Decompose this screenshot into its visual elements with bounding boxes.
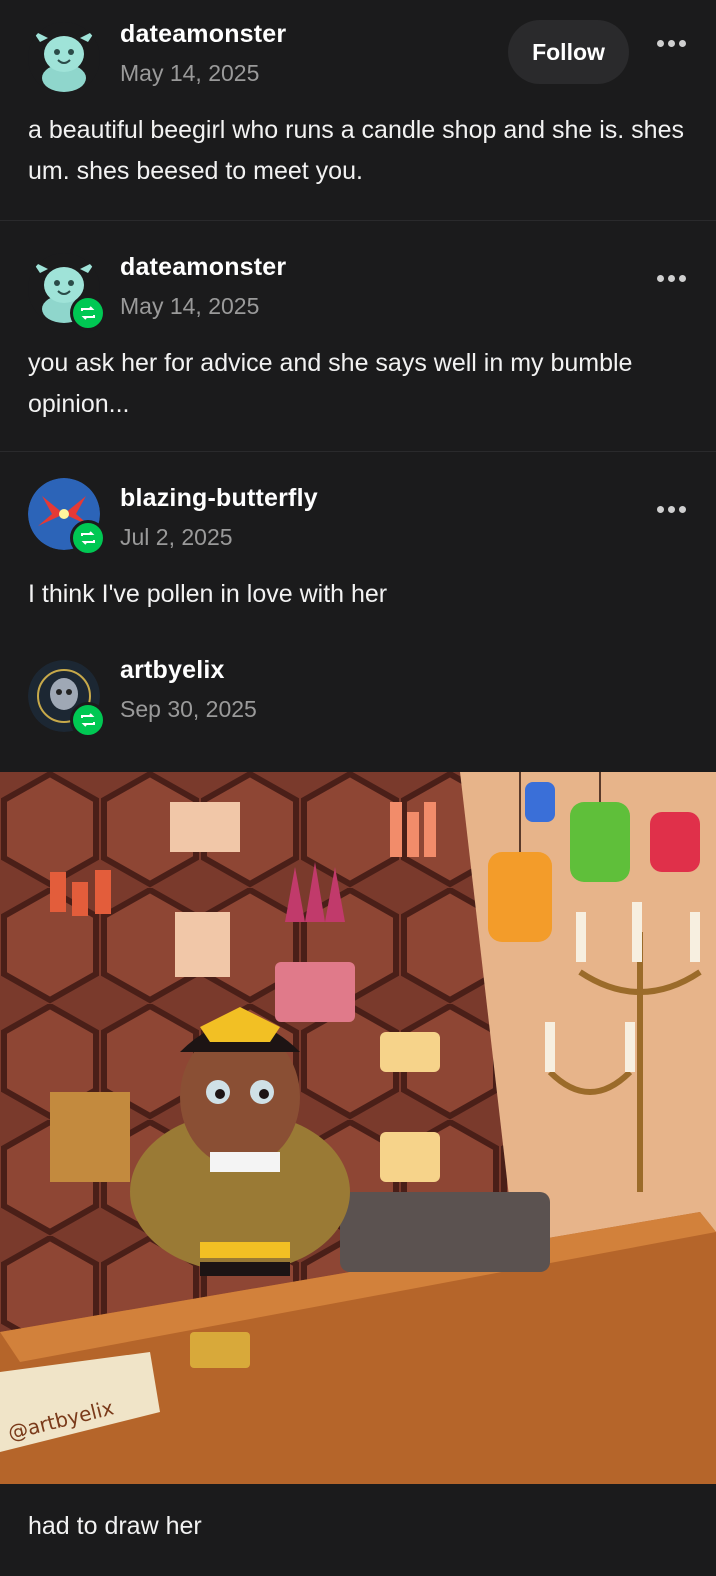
- post-date[interactable]: Jul 2, 2025: [120, 524, 233, 551]
- avatar-artbyelix[interactable]: [28, 660, 106, 738]
- post-text: I think I've pollen in love with her: [28, 580, 388, 608]
- username[interactable]: dateamonster: [120, 20, 286, 49]
- post-date[interactable]: May 14, 2025: [120, 60, 259, 87]
- post-image[interactable]: @artbyelix: [0, 772, 716, 1484]
- post-reblog: artbyelix Sep 30, 2025: [0, 644, 716, 754]
- post-caption: had to draw her: [28, 1512, 202, 1540]
- username[interactable]: blazing-butterfly: [120, 484, 318, 513]
- post-reblog: blazing-butterfly Jul 2, 2025 I think I'…: [0, 452, 716, 644]
- post-reblog: dateamonster May 14, 2025 you ask her fo…: [0, 221, 716, 451]
- reblog-icon: [70, 295, 106, 331]
- avatar-dateamonster[interactable]: [28, 253, 106, 331]
- username[interactable]: dateamonster: [120, 253, 286, 282]
- reblog-icon: [70, 520, 106, 556]
- avatar-blazing-butterfly[interactable]: [28, 478, 106, 556]
- avatar-dateamonster[interactable]: [28, 22, 102, 96]
- post-text: a beautiful beegirl who runs a candle sh…: [28, 116, 684, 185]
- more-horizontal-icon[interactable]: [656, 271, 686, 285]
- more-horizontal-icon[interactable]: [656, 36, 686, 50]
- post-header: dateamonster May 14, 2025: [0, 221, 716, 343]
- post-header: dateamonster May 14, 2025 Follow: [0, 0, 716, 110]
- post-header: blazing-butterfly Jul 2, 2025: [0, 452, 716, 574]
- monster-avatar-icon: [28, 22, 100, 94]
- username[interactable]: artbyelix: [120, 656, 225, 685]
- reblog-icon: [70, 702, 106, 738]
- post-header: artbyelix Sep 30, 2025: [0, 644, 716, 754]
- post-original: dateamonster May 14, 2025 Follow a beaut…: [0, 0, 716, 220]
- candle-shop-illustration: @artbyelix: [0, 772, 716, 1484]
- post-date[interactable]: Sep 30, 2025: [120, 696, 257, 723]
- post-date[interactable]: May 14, 2025: [120, 293, 259, 320]
- follow-button[interactable]: Follow: [508, 20, 629, 84]
- post-text: you ask her for advice and she says well…: [28, 349, 633, 418]
- more-horizontal-icon[interactable]: [656, 502, 686, 516]
